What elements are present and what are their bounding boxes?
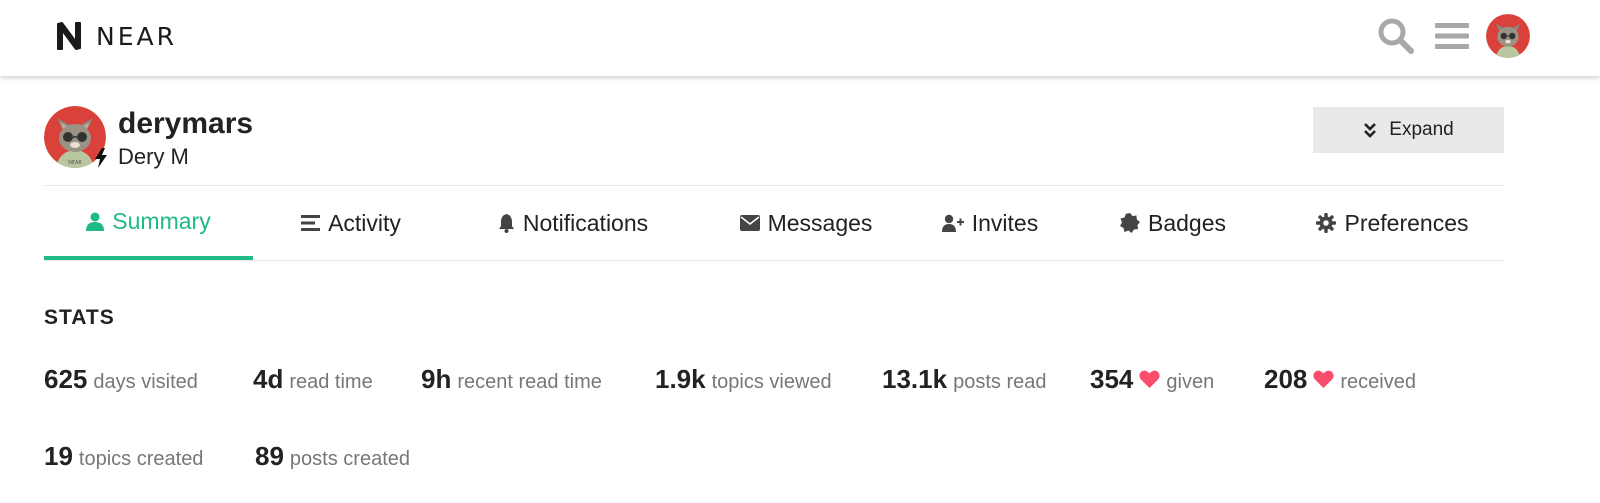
stat-label: recent read time — [457, 371, 602, 393]
stat-value: 9h — [421, 364, 452, 394]
stat-label: posts created — [289, 448, 410, 470]
tab-label: Invites — [971, 209, 1039, 236]
tab-messages[interactable]: Messages — [697, 186, 915, 260]
stat-label: days visited — [93, 371, 198, 393]
envelope-icon — [739, 215, 760, 231]
stat-posts-read: 13.1k posts read — [882, 364, 1046, 395]
user-profile-header: NEAR derymars Dery M — [44, 106, 253, 172]
stat-label: given — [1166, 371, 1215, 393]
tab-preferences[interactable]: Preferences — [1281, 186, 1504, 260]
stat-label: topics created — [78, 448, 204, 470]
search-icon — [1378, 18, 1414, 54]
tab-label: Notifications — [522, 209, 649, 236]
expand-label: Expand — [1389, 119, 1454, 140]
stat-value: 19 — [44, 441, 73, 471]
bell-icon — [498, 213, 514, 233]
stat-label: topics viewed — [711, 371, 832, 393]
badge-icon — [1119, 213, 1140, 233]
user-nav-tabs: Summary Activity Notifications Messages … — [44, 186, 1504, 261]
svg-text:NEAR: NEAR — [68, 160, 82, 166]
stat-value: 208 — [1264, 364, 1308, 394]
tab-label: Badges — [1147, 209, 1226, 236]
stat-value: 625 — [44, 364, 88, 394]
expand-button[interactable]: Expand — [1313, 107, 1504, 153]
tab-summary[interactable]: Summary — [44, 186, 253, 260]
stat-recent-read-time: 9h recent read time — [421, 364, 602, 395]
stat-label: received — [1340, 371, 1416, 393]
heart-icon — [1139, 370, 1160, 389]
stat-value: 13.1k — [882, 364, 948, 394]
tab-badges[interactable]: Badges — [1065, 186, 1281, 260]
cat-avatar-icon — [1486, 14, 1530, 58]
near-logo[interactable]: NEAR — [54, 20, 177, 52]
full-name: Dery M — [118, 144, 189, 169]
stat-value: 354 — [1090, 364, 1134, 394]
stat-read-time: 4d read time — [253, 364, 373, 395]
stat-topics-viewed: 1.9k topics viewed — [655, 364, 832, 395]
stat-value: 89 — [255, 441, 284, 471]
double-chevron-down-icon — [1364, 123, 1377, 138]
stat-posts-created: 89 posts created — [255, 441, 410, 472]
gear-icon — [1316, 213, 1337, 233]
stat-likes-given: 354 given — [1090, 364, 1214, 395]
list-icon — [301, 215, 321, 231]
stat-topics-created: 19 topics created — [44, 441, 203, 472]
stat-label: read time — [289, 371, 373, 393]
tab-notifications[interactable]: Notifications — [449, 186, 697, 260]
tab-label: Messages — [767, 209, 873, 236]
current-user-avatar[interactable] — [1486, 14, 1530, 58]
stats-title: STATS — [44, 306, 115, 329]
tab-activity[interactable]: Activity — [253, 186, 449, 260]
search-button[interactable] — [1374, 14, 1418, 58]
username: derymars — [118, 107, 254, 140]
tab-label: Preferences — [1344, 209, 1469, 236]
tab-label: Activity — [328, 209, 401, 236]
stat-label: posts read — [953, 371, 1047, 393]
site-header: NEAR — [0, 0, 1600, 76]
near-logo-icon — [57, 22, 81, 50]
menu-button[interactable] — [1430, 14, 1474, 58]
tab-invites[interactable]: Invites — [915, 186, 1065, 260]
user-icon — [86, 212, 105, 231]
stat-days-visited: 625 days visited — [44, 364, 198, 395]
user-plus-icon — [941, 214, 964, 232]
stat-likes-received: 208 received — [1264, 364, 1416, 395]
hamburger-menu-icon — [1435, 23, 1469, 49]
stat-value: 1.9k — [655, 364, 706, 394]
tab-label: Summary — [112, 207, 211, 234]
heart-icon — [1313, 370, 1334, 389]
lightning-bolt-icon — [95, 148, 107, 168]
stat-value: 4d — [253, 364, 284, 394]
logo-wordmark: NEAR — [96, 21, 177, 51]
